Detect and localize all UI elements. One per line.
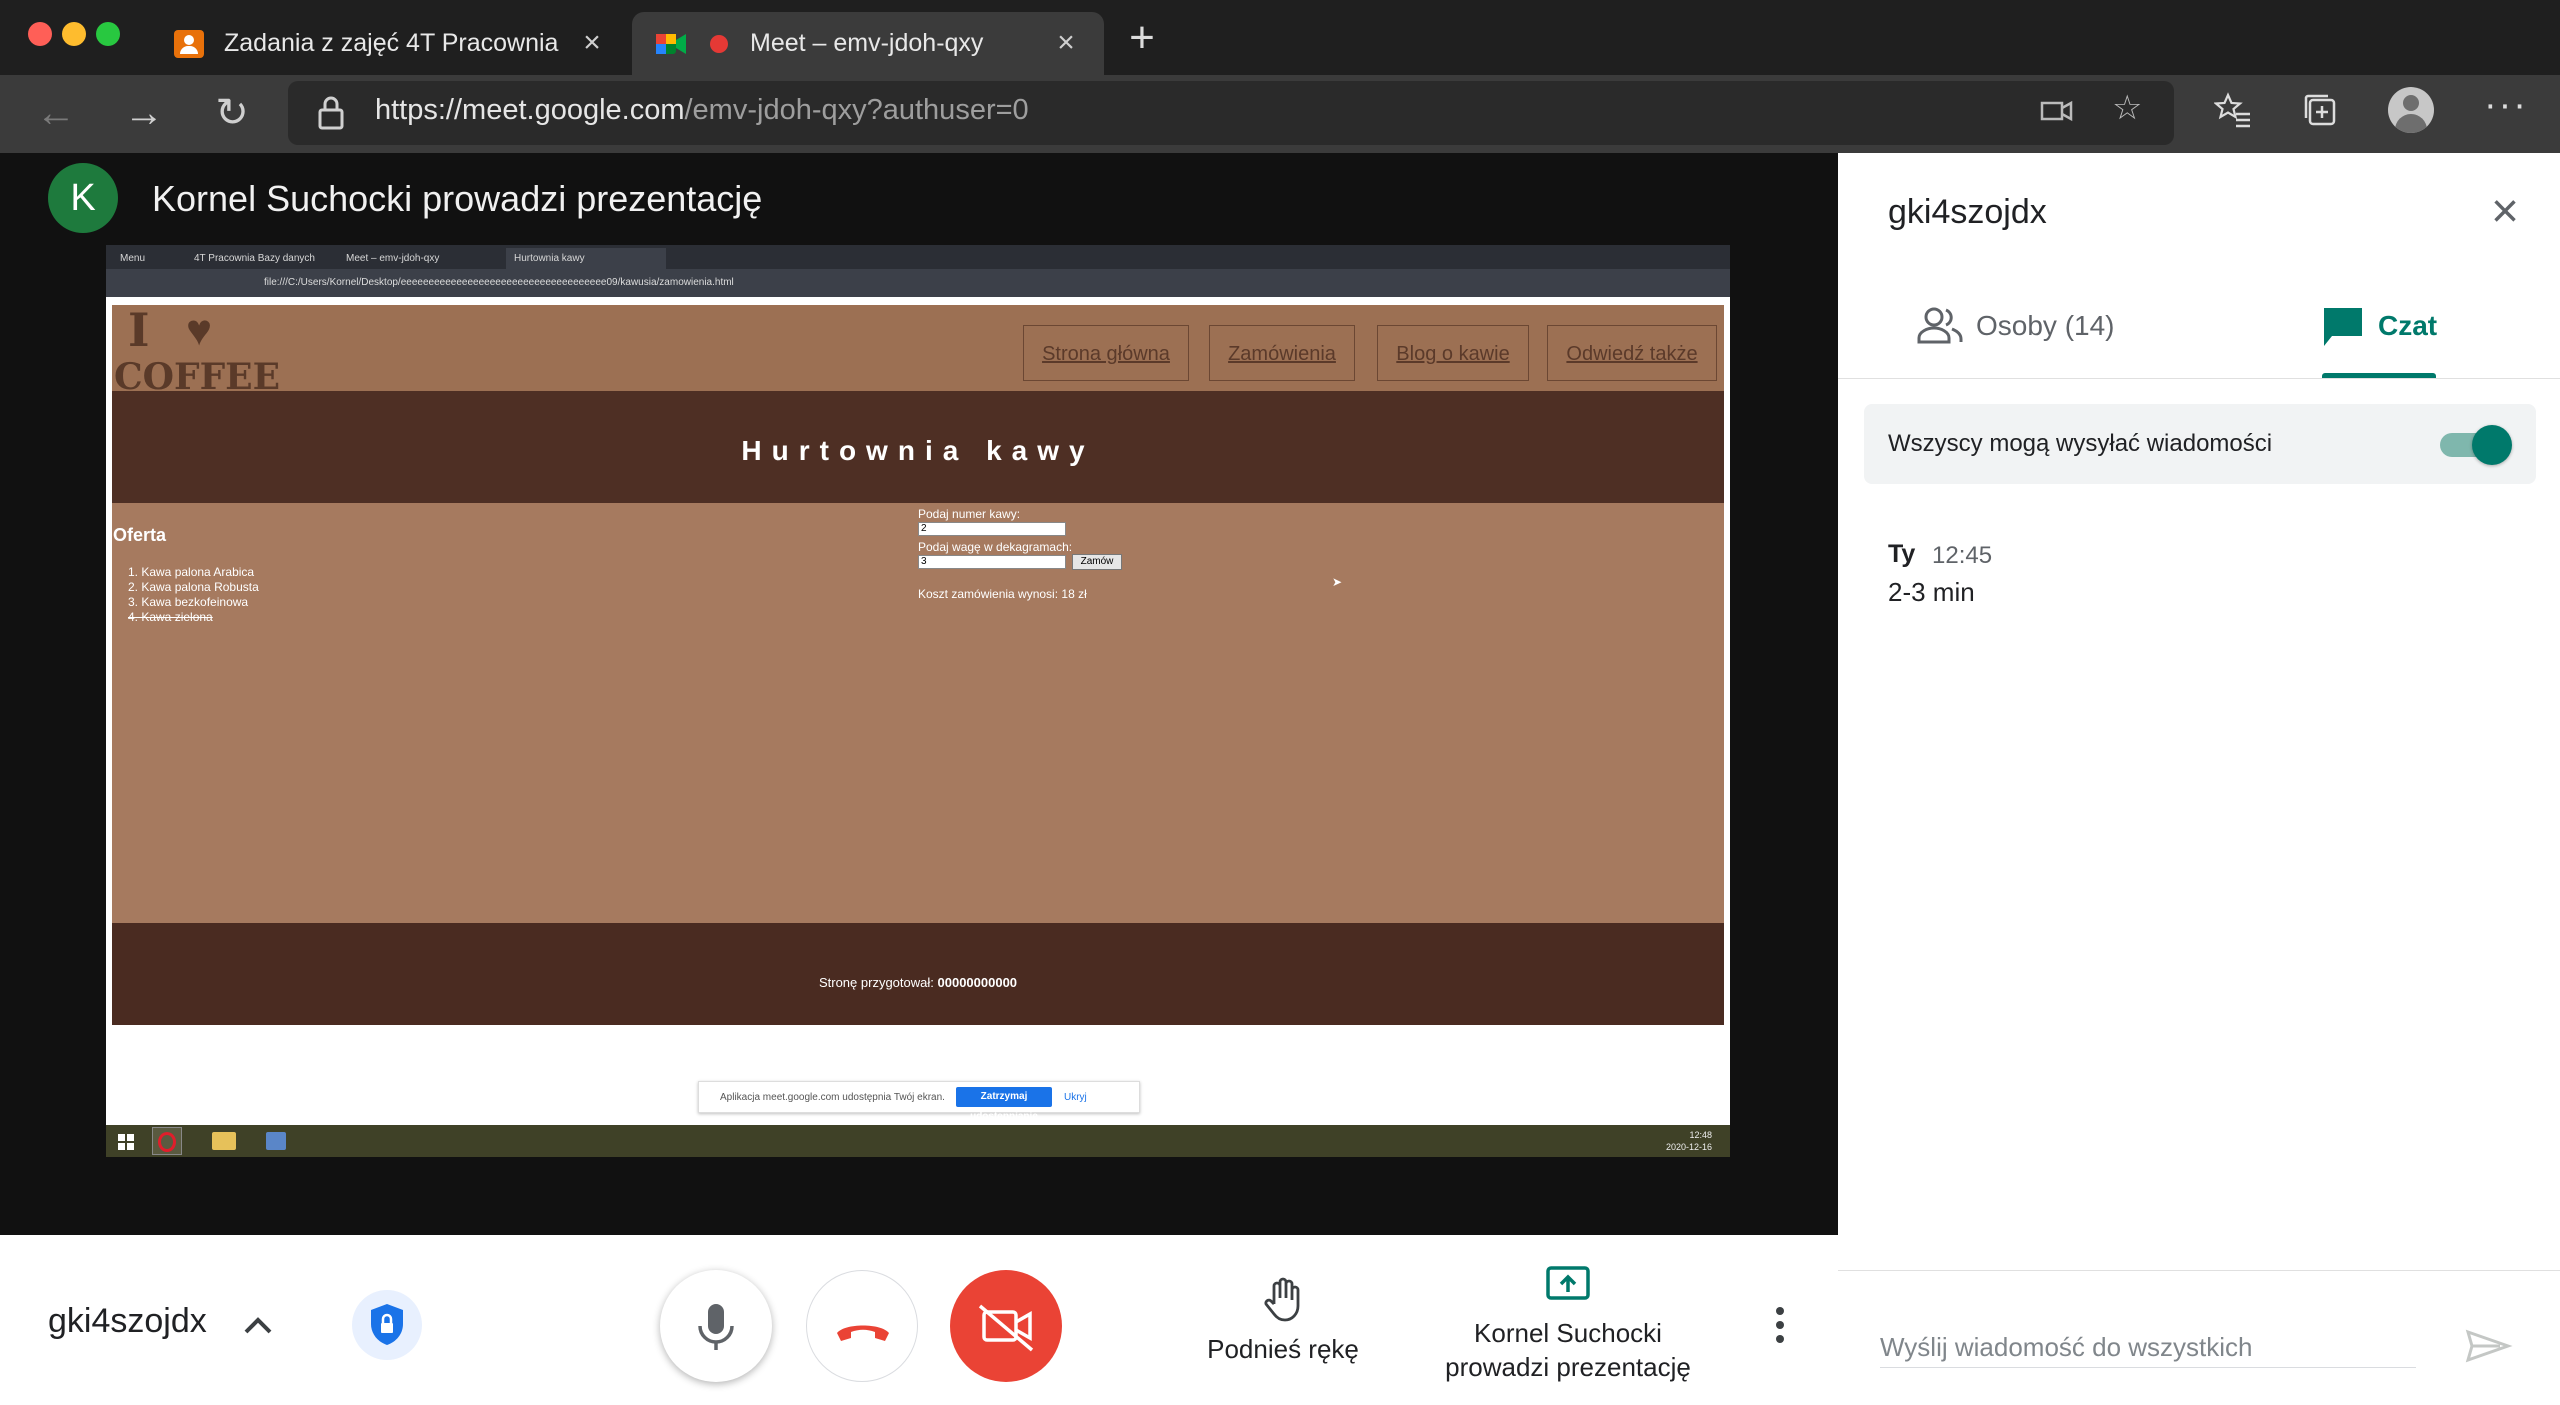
lock-icon (318, 96, 344, 130)
leave-call-button[interactable] (806, 1270, 918, 1382)
collections-icon[interactable] (2302, 92, 2338, 128)
camera-off-button[interactable] (950, 1270, 1062, 1382)
shared-tab: Hurtownia kawy (506, 248, 666, 269)
site-nav-home: Strona główna (1023, 325, 1189, 381)
more-options-icon[interactable] (1760, 1300, 1800, 1350)
camera-in-use-icon[interactable] (2040, 98, 2074, 124)
oferta-item: 1. Kawa palona Arabica (128, 565, 255, 579)
site-nav-blog: Blog o kawie (1377, 325, 1529, 381)
hang-up-icon (837, 1325, 889, 1341)
browser-tab-classroom[interactable]: Zadania z zajęć 4T Pracownia × (160, 12, 630, 75)
window-minimize-button[interactable] (62, 22, 86, 46)
form-label-number: Podaj numer kawy: (918, 507, 1021, 521)
forward-arrow-icon[interactable]: → (118, 88, 170, 140)
shared-url: file:///C:/Users/Kornel/Desktop/eeeeeeee… (264, 277, 734, 288)
coffee-logo-line1: I (128, 303, 150, 357)
shared-tab: Menu (120, 253, 146, 264)
tab-people[interactable]: Osoby (14) (1976, 310, 2115, 342)
message-sender: Ty (1888, 540, 1916, 568)
order-result: Koszt zamówienia wynosi: 18 zł (918, 587, 1087, 601)
screen-share-message: Aplikacja meet.google.com udostępnia Twó… (720, 1092, 945, 1103)
reload-icon[interactable]: ↻ (206, 88, 258, 140)
raise-hand-label[interactable]: Podnieś rękę (1198, 1332, 1368, 1366)
site-nav-orders: Zamówienia (1209, 325, 1355, 381)
tab-title: Zadania z zajęć 4T Pracownia (224, 29, 559, 57)
close-icon[interactable]: × (578, 28, 606, 58)
browser-tab-meet[interactable]: Meet – emv-jdoh-qxy × (632, 12, 1104, 75)
site-title: Hurtownia kawy (741, 435, 1095, 466)
tab-title: Meet – emv-jdoh-qxy (750, 29, 984, 57)
chat-permission-label: Wszyscy mogą wysyłać wiadomości (1888, 430, 2273, 457)
form-order-button: Zamów (1072, 554, 1122, 570)
panel-title: gki4szojdx (1888, 193, 2047, 231)
mouse-cursor-icon: ➤ (1332, 575, 1343, 589)
presenter-avatar: K (48, 163, 118, 233)
coffee-logo-line2: COFFEE (114, 356, 281, 398)
presenter-title: Kornel Suchocki prowadzi prezentację (152, 178, 763, 219)
shared-tab: Meet – emv-jdoh-qxy (346, 253, 440, 264)
windows-start-icon (118, 1134, 134, 1150)
window-zoom-button[interactable] (96, 22, 120, 46)
stop-sharing-button: Zatrzymaj udostępnianie (956, 1087, 1052, 1122)
folder-taskbar-icon (212, 1132, 236, 1150)
url-text[interactable]: https://meet.google.com/emv-jdoh-qxy?aut… (375, 94, 1029, 127)
chat-icon (2324, 308, 2362, 346)
tab-chat[interactable]: Czat (2378, 310, 2437, 342)
shield-lock-icon (371, 1304, 403, 1345)
panel-divider (1838, 378, 2560, 379)
new-tab-button[interactable]: + (1122, 16, 1162, 60)
oferta-item: 3. Kawa bezkofeinowa (128, 595, 249, 609)
site-footer (112, 923, 1724, 1025)
composer-divider (1838, 1270, 2560, 1271)
back-arrow-icon[interactable]: ← (30, 88, 82, 140)
oferta-heading: Oferta (113, 525, 167, 545)
star-bookmark-icon[interactable]: ☆ (2112, 88, 2142, 128)
site-nav-visit: Odwiedź także (1547, 325, 1717, 381)
more-menu-icon[interactable]: ··· (2484, 84, 2528, 127)
present-screen-icon[interactable] (1544, 1264, 1592, 1306)
classroom-icon (174, 29, 204, 58)
window-close-button[interactable] (28, 22, 52, 46)
favorites-icon[interactable] (2214, 92, 2252, 128)
camera-off-icon (978, 1304, 1034, 1352)
windows-taskbar (106, 1125, 1730, 1157)
close-icon[interactable]: × (1052, 28, 1080, 58)
oferta-item: 2. Kawa palona Robusta (128, 580, 259, 594)
app-window: Zadania z zajęć 4T Pracownia × Meet – em… (0, 0, 2560, 1405)
form-label-weight: Podaj wagę w dekagramach: (918, 540, 1073, 554)
shared-tab: 4T Pracownia Bazy danych (194, 253, 315, 264)
toggle-knob[interactable] (2472, 425, 2512, 465)
profile-avatar-icon[interactable] (2388, 87, 2434, 133)
form-input-number: 2 (918, 522, 1066, 536)
meet-logo-icon (656, 33, 686, 54)
close-panel-button[interactable]: × (2480, 188, 2530, 238)
hide-share-bar-link: Ukryj (1064, 1092, 1087, 1103)
shared-screen: Menu 4T Pracownia Bazy danych Meet – emv… (106, 245, 1730, 1157)
presenting-label[interactable]: Kornel Suchocki prowadzi prezentację (1418, 1316, 1718, 1384)
message-time: 12:45 (1932, 542, 1993, 569)
microphone-button[interactable] (660, 1270, 772, 1382)
media-taskbar-icon (266, 1132, 286, 1150)
form-input-weight: 3 (918, 555, 1066, 569)
recording-dot-icon (710, 34, 728, 53)
taskbar-clock: 12:48 2020-12-16 (1666, 1130, 1713, 1152)
raise-hand-icon[interactable] (1258, 1274, 1308, 1324)
opera-taskbar-icon (152, 1127, 182, 1155)
footer-text: Stronę przygotował: 00000000000 (818, 975, 1018, 990)
microphone-icon (698, 1304, 734, 1350)
heart-icon: ♥ (186, 306, 213, 355)
host-controls-button[interactable] (352, 1290, 422, 1360)
message-text: 2-3 min (1888, 577, 1975, 607)
people-icon (1917, 307, 1963, 344)
oferta-item: 4. Kawa zielona (128, 610, 213, 624)
send-icon[interactable] (2460, 1318, 2516, 1374)
chat-message-input[interactable] (1880, 1328, 2416, 1368)
meeting-code[interactable]: gki4szojdx (48, 1302, 207, 1341)
chevron-up-icon[interactable] (238, 1306, 278, 1346)
